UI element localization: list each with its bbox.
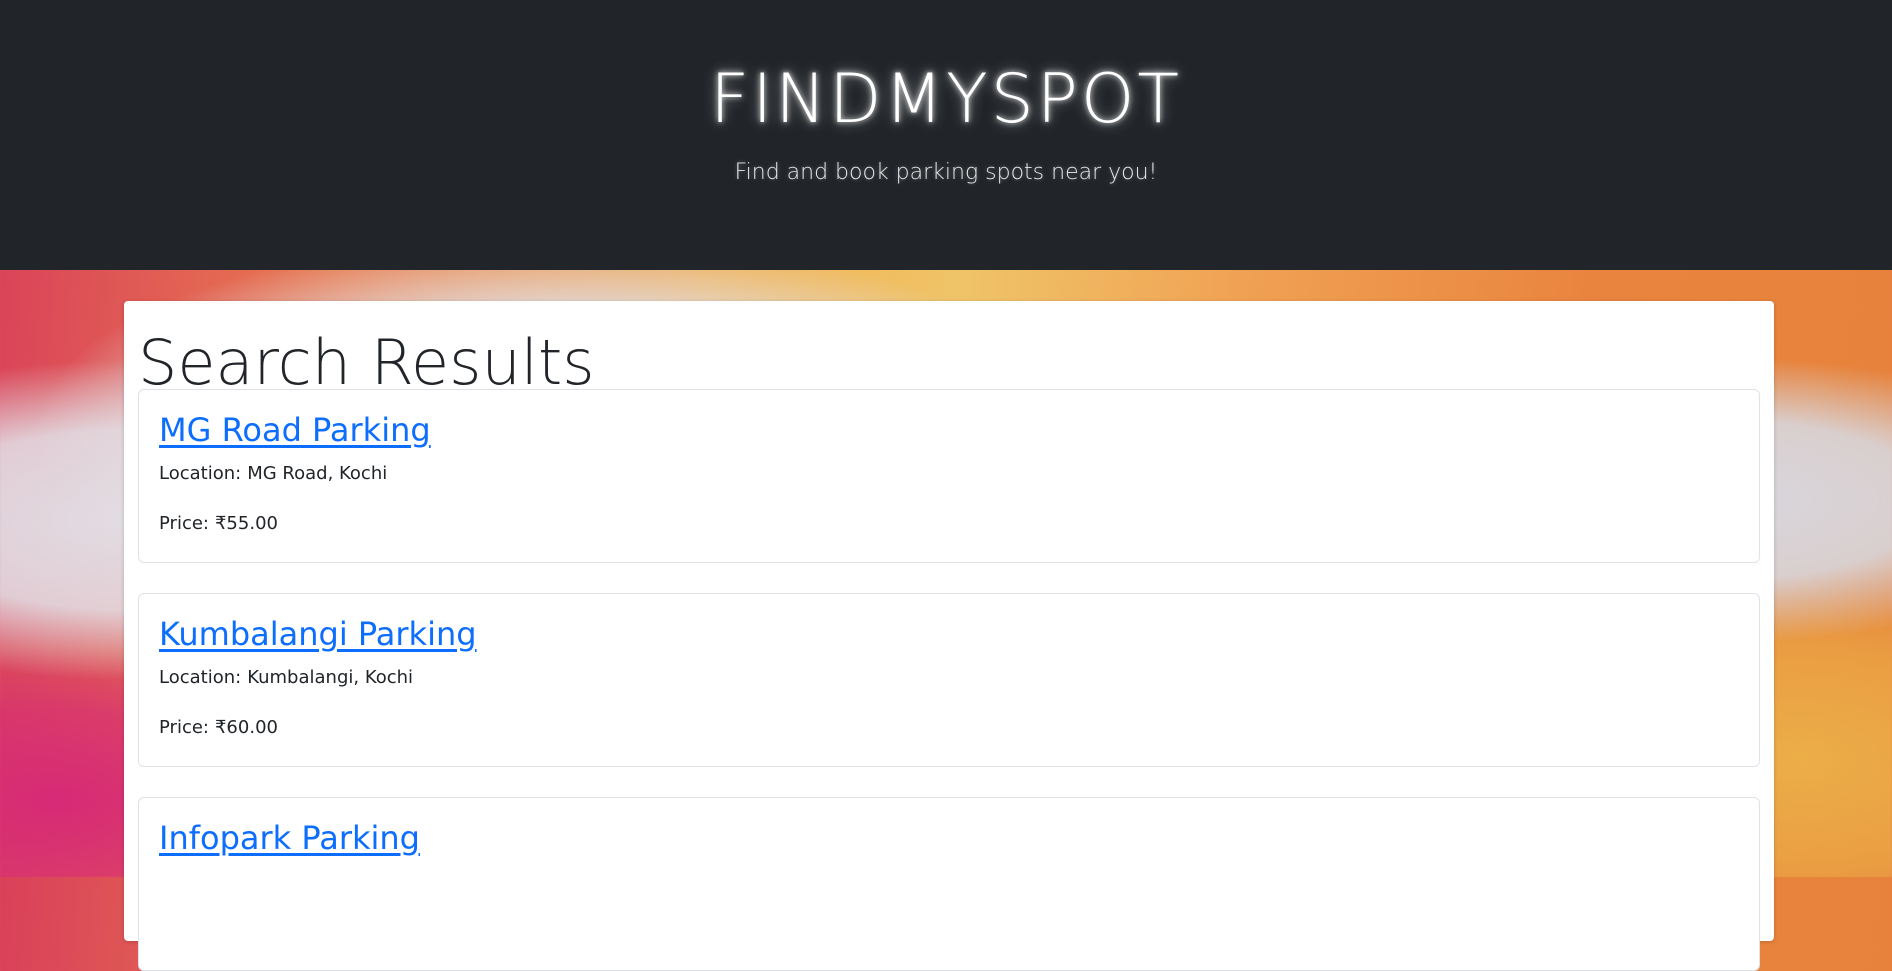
price-value: ₹60.00	[214, 717, 278, 738]
price-label: Price:	[159, 717, 209, 738]
location-label: Location:	[159, 463, 242, 484]
search-results-panel: Search Results MG Road Parking Location:…	[124, 301, 1774, 971]
site-tagline: Find and book parking spots near you!	[734, 160, 1158, 185]
parking-location: Location: MG Road, Kochi	[159, 462, 1739, 486]
parking-location: Location: Kumbalangi, Kochi	[159, 666, 1739, 690]
location-label: Location:	[159, 667, 242, 688]
site-header: FINDMYSPOT Find and book parking spots n…	[0, 0, 1892, 270]
parking-result-card: Infopark Parking	[138, 797, 1760, 971]
location-value: Kumbalangi, Kochi	[247, 667, 414, 688]
parking-spot-link[interactable]: Kumbalangi Parking	[159, 614, 477, 654]
site-brand-title: FINDMYSPOT	[710, 60, 1182, 139]
price-label: Price:	[159, 513, 209, 534]
parking-price: Price: ₹55.00	[159, 512, 1739, 536]
parking-spot-link[interactable]: Infopark Parking	[159, 818, 420, 858]
parking-price: Price: ₹60.00	[159, 716, 1739, 740]
price-value: ₹55.00	[214, 513, 278, 534]
search-results-heading: Search Results	[138, 326, 595, 399]
parking-spot-link[interactable]: MG Road Parking	[159, 410, 431, 450]
parking-result-card: Kumbalangi Parking Location: Kumbalangi, …	[138, 593, 1760, 767]
parking-result-card: MG Road Parking Location: MG Road, Kochi …	[138, 389, 1760, 563]
location-value: MG Road, Kochi	[247, 463, 388, 484]
